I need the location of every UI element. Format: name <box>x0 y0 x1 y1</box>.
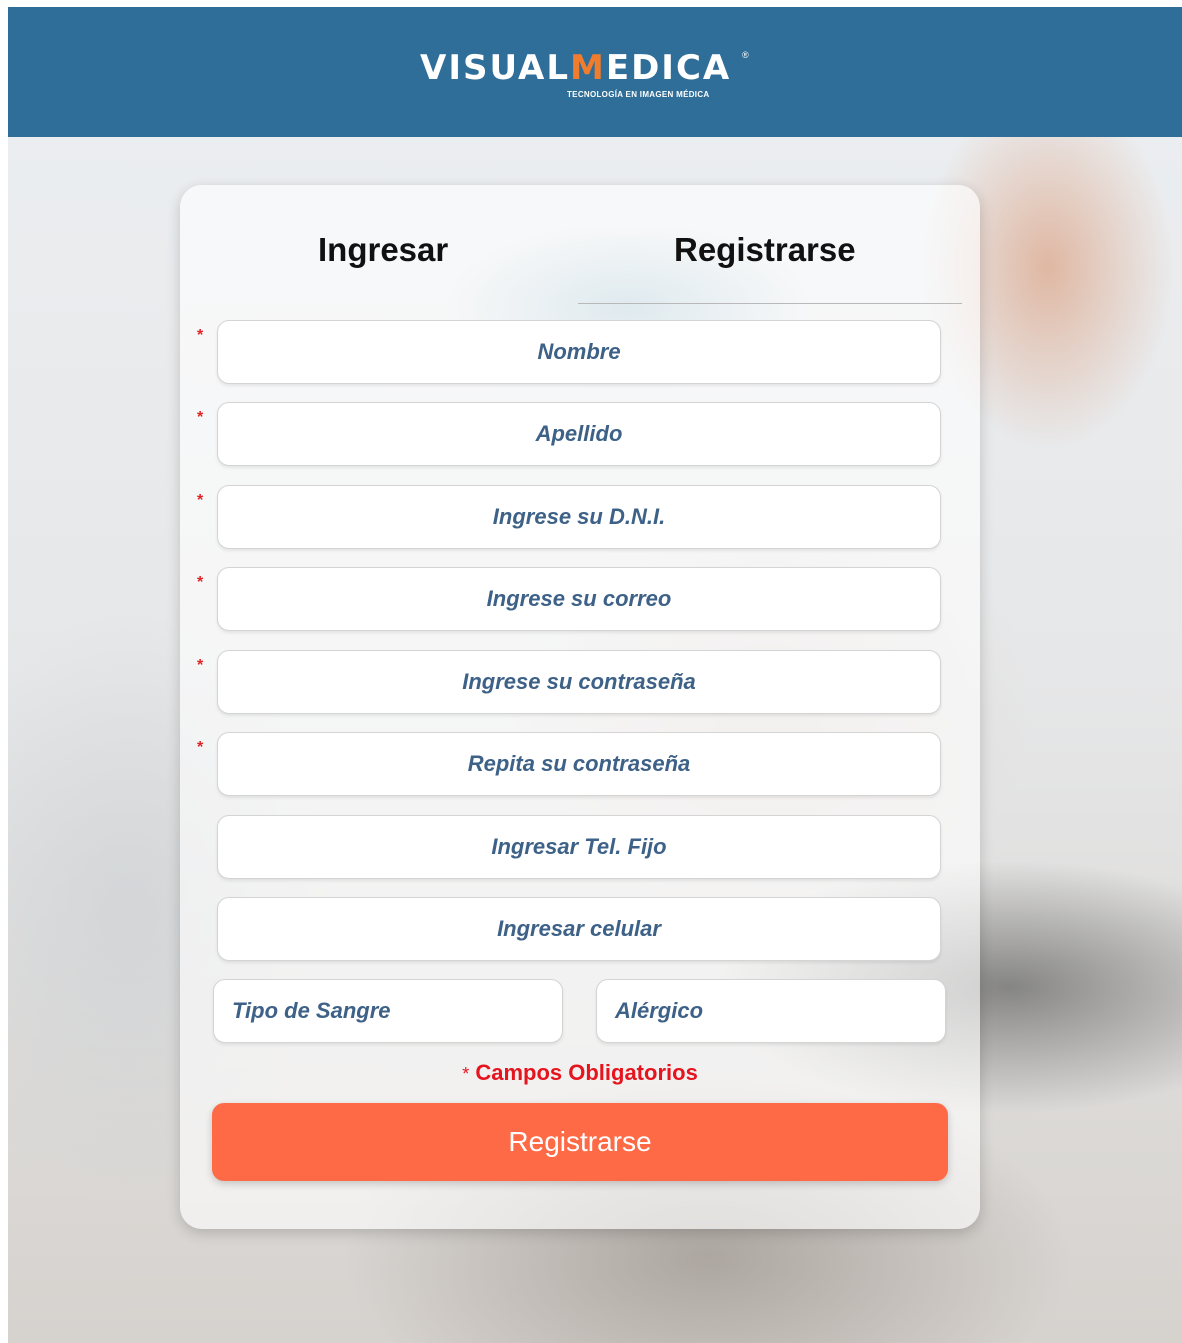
required-asterisk: * <box>197 739 204 756</box>
register-submit-button[interactable]: Registrarse <box>212 1103 948 1181</box>
tab-register[interactable]: Registrarse <box>674 231 856 269</box>
required-fields-note: * Campos Obligatorios <box>180 1060 980 1086</box>
tab-login[interactable]: Ingresar <box>318 231 448 269</box>
first-name-field[interactable]: Nombre <box>217 320 941 384</box>
required-note-asterisk: * <box>462 1064 470 1084</box>
required-asterisk: * <box>197 657 204 674</box>
landline-phone-field[interactable]: Ingresar Tel. Fijo <box>217 815 941 879</box>
blood-type-field[interactable]: Tipo de Sangre <box>213 979 563 1043</box>
active-tab-underline <box>578 303 962 304</box>
email-field[interactable]: Ingrese su correo <box>217 567 941 631</box>
logo-word-right: EDICA <box>605 48 732 88</box>
allergy-field[interactable]: Alérgico <box>596 979 946 1043</box>
repeat-password-field[interactable]: Repita su contraseña <box>217 732 941 796</box>
logo-word-m: M <box>570 48 606 88</box>
password-field[interactable]: Ingrese su contraseña <box>217 650 941 714</box>
registration-page: VISUALMEDICA ® TECNOLOGÍA EN IMAGEN MÉDI… <box>8 7 1182 1343</box>
logo-word-left: VISUAL <box>420 48 570 88</box>
logo-tagline: TECNOLOGÍA EN IMAGEN MÉDICA <box>567 90 710 99</box>
last-name-field[interactable]: Apellido <box>217 402 941 466</box>
mobile-phone-field[interactable]: Ingresar celular <box>217 897 941 961</box>
site-header: VISUALMEDICA ® TECNOLOGÍA EN IMAGEN MÉDI… <box>8 7 1182 137</box>
top-cutoff-text <box>0 0 90 7</box>
required-asterisk: * <box>197 492 204 509</box>
required-note-text: Campos Obligatorios <box>475 1060 698 1085</box>
logo-wordmark: VISUALMEDICA <box>420 48 731 88</box>
register-card: Ingresar Registrarse * Nombre * Apellido… <box>180 185 980 1229</box>
logo-registered-mark: ® <box>742 50 749 60</box>
visualmedica-logo[interactable]: VISUALMEDICA ® TECNOLOGÍA EN IMAGEN MÉDI… <box>420 42 760 102</box>
dni-field[interactable]: Ingrese su D.N.I. <box>217 485 941 549</box>
required-asterisk: * <box>197 574 204 591</box>
required-asterisk: * <box>197 327 204 344</box>
required-asterisk: * <box>197 409 204 426</box>
